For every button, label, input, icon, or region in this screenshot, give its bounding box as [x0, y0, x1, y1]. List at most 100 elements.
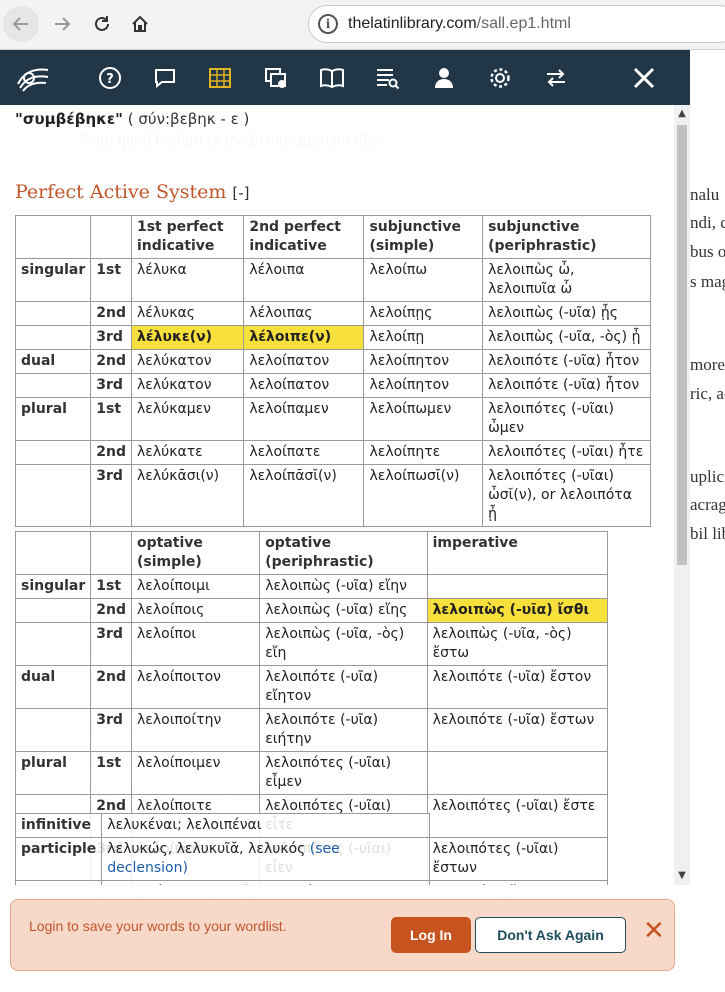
dont-ask-again-button[interactable]: Don't Ask Again: [475, 917, 626, 953]
swap-icon[interactable]: [534, 50, 578, 105]
column-header: subjunctive (simple): [363, 215, 484, 259]
form-cell: λελοιπότες (-υῖαι) ἔστων: [426, 837, 609, 881]
form-text: λελοιπώς, λελοιπυῖᾰ, λελοιπός: [107, 884, 321, 885]
form-cell: λελοιπὼς (-υῖα) ᾖς: [482, 301, 651, 326]
form-cell: λελοιπὼς ὦ, λελοιπυῖα ὦ: [482, 258, 651, 302]
login-banner: Login to save your words to your wordlis…: [10, 899, 675, 971]
form-cell: λελύκαμεν: [130, 397, 245, 441]
column-header: [14, 531, 92, 575]
form-cell: λελοίπωμεν: [363, 397, 484, 441]
scroll-down-icon[interactable]: ▼: [674, 867, 690, 885]
close-icon[interactable]: [622, 50, 666, 105]
close-banner-icon[interactable]: ✕: [643, 916, 665, 946]
table-row: 3rd λελοιποίτην λελοιπότε (-υῖα) ειήτην λελ…: [14, 708, 609, 752]
gear-icon[interactable]: [478, 50, 522, 105]
table-row: plural 1st λελοίποιμεν λελοιπότες (-υῖαι) ε…: [14, 751, 609, 795]
form-cell: λελοιπώς, λελοιπυῖᾰ, λελοιπός (see decle…: [101, 880, 430, 885]
row-header: 1st: [90, 258, 132, 302]
address-bar[interactable]: i thelatinlibrary.com/sall.ep1.html: [308, 5, 725, 43]
word-parse: ( σύν:βεβηκ - ε ): [127, 110, 250, 128]
form-cell: λέλοιπε(ν): [243, 325, 365, 350]
form-cell: λελοιποίτην: [130, 708, 261, 752]
row-header: 2nd: [90, 349, 132, 374]
word-heading: "συμβέβηκε" ( σύν:βεβηκ - ε ): [15, 110, 249, 128]
comment-icon[interactable]: [143, 50, 187, 105]
form-cell: λέλοιπα: [243, 258, 365, 302]
column-header: [14, 215, 92, 259]
row-header: [14, 464, 92, 527]
home-button[interactable]: [122, 6, 158, 42]
row-header: 3rd: [90, 464, 132, 527]
form-cell: λελυκέναι; λελοιπέναι: [101, 813, 430, 838]
form-cell: λελύκατον: [130, 373, 245, 398]
row-header: plural: [14, 751, 92, 795]
form-cell: λελοίπητε: [363, 440, 484, 465]
row-header: 2nd: [90, 301, 132, 326]
background-text-line: acragin: [690, 495, 725, 514]
form-cell: λελοίπατε: [243, 440, 365, 465]
form-cell: λελοίπητον: [363, 349, 484, 374]
background-text-line: uplic: [690, 467, 724, 486]
form-text: λελυκώς, λελυκυῖᾰ, λελυκός: [107, 841, 306, 857]
row-header: [14, 880, 103, 885]
background-text-line: s mag: [690, 272, 725, 291]
background-text-line: ndi, c: [690, 213, 725, 232]
row-header: 1st: [90, 397, 132, 441]
back-button[interactable]: [3, 6, 39, 42]
form-cell: λελύκᾱσι(ν): [130, 464, 245, 527]
scroll-up-icon[interactable]: ▲: [674, 105, 690, 123]
table-row: 3rd λελύκατον λελοίπατον λελοίπητον λελοιπότ…: [14, 373, 651, 398]
row-header: dual: [14, 349, 92, 374]
morphology-panel: "συμβέβηκε" ( σύν:βεβηκ - ε ) Perfect Ac…: [0, 105, 690, 992]
form-cell: λελοιπότε (-υῖα) ἦτον: [482, 373, 651, 398]
form-cell: λελοιπότες (-υῖαι) ὦσῐ(ν), or λελοιπότα …: [482, 464, 651, 527]
row-header: 3rd: [90, 373, 132, 398]
form-cell: λελοίπω: [363, 258, 484, 302]
info-icon[interactable]: i: [318, 14, 338, 34]
book-icon[interactable]: [310, 50, 354, 105]
collapse-toggle[interactable]: [-]: [232, 184, 249, 202]
form-cell: λέλοιπας: [243, 301, 365, 326]
list-icon[interactable]: [365, 50, 409, 105]
login-button[interactable]: Log In: [391, 917, 471, 953]
row-header: [14, 325, 92, 350]
form-cell: λελοιπότε (-υῖα) ἔστον: [426, 665, 609, 709]
column-header: [90, 215, 132, 259]
form-cell: λελοιπότε (-υῖα) ἔστων: [426, 708, 609, 752]
logo-icon[interactable]: [12, 50, 58, 105]
row-header: dual: [14, 665, 92, 709]
user-icon[interactable]: [422, 50, 466, 105]
table-row: 2nd λέλυκας λέλοιπας λελοίπῃς λελοιπὼς (-υῖα…: [14, 301, 651, 326]
panel-scrollbar[interactable]: ▲ ▼: [674, 105, 690, 885]
help-icon[interactable]: ?: [88, 50, 132, 105]
background-text-line: nalu: [690, 185, 720, 204]
forward-button[interactable]: [44, 6, 80, 42]
row-header: 1st: [90, 751, 132, 795]
reload-button[interactable]: [84, 6, 120, 42]
form-cell: λελοίπαμεν: [243, 397, 365, 441]
row-header: 2nd: [90, 440, 132, 465]
row-header: 2nd: [90, 665, 132, 709]
form-cell: λέλυκας: [130, 301, 245, 326]
home-icon: [132, 15, 148, 32]
form-cell: λελοίποι: [130, 622, 261, 666]
scroll-thumb[interactable]: [677, 125, 687, 565]
form-cell: λελυκώς, λελυκυῖᾰ, λελυκός (see declensi…: [101, 837, 430, 881]
form-cell: λελοίποιτον: [130, 665, 261, 709]
form-cell: λελοίπῃ: [363, 325, 484, 350]
row-header: plural: [14, 397, 92, 441]
row-header: [14, 373, 92, 398]
flashcards-icon[interactable]: [254, 50, 298, 105]
form-cell: λελοίποις: [130, 598, 261, 623]
arrow-left-icon: [12, 17, 28, 31]
background-text-line: bus or: [690, 242, 725, 261]
form-cell: λελοιπὼς (-υῖα, -ὸς) εἴη: [259, 622, 428, 666]
table-icon[interactable]: [198, 50, 242, 105]
svg-text:?: ?: [106, 72, 114, 87]
background-text-line: ric, ac: [690, 384, 725, 403]
row-header: [14, 440, 92, 465]
panel-content[interactable]: "συμβέβηκε" ( σύν:βεβηκ - ε ) Perfect Ac…: [0, 105, 675, 885]
form-cell: λελοίπητον: [363, 373, 484, 398]
table-row: participle λελυκώς, λελυκυῖᾰ, λελυκός (se…: [14, 837, 430, 881]
form-cell: λελοιπότε (-υῖα) ειήτην: [259, 708, 428, 752]
